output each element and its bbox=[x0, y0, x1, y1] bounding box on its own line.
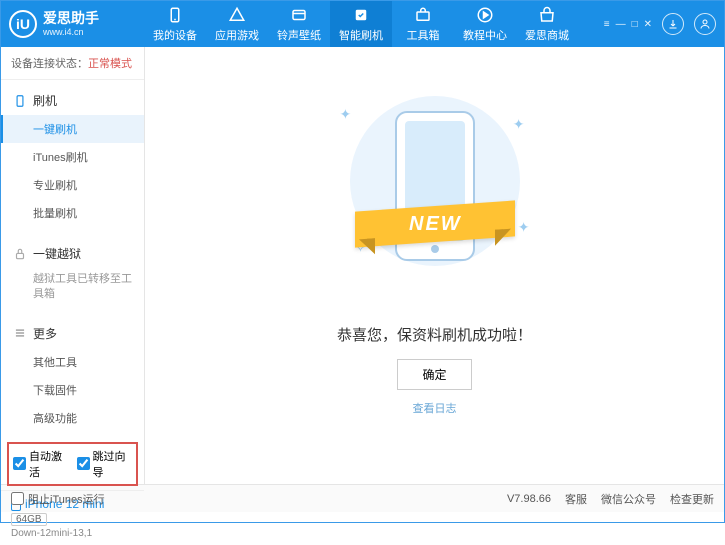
nav-smart-flash[interactable]: 智能刷机 bbox=[330, 1, 392, 47]
device-icon bbox=[166, 6, 184, 24]
sidebar-item-download-firmware[interactable]: 下载固件 bbox=[1, 376, 144, 404]
flash-icon bbox=[352, 6, 370, 24]
user-button[interactable] bbox=[694, 13, 716, 35]
nav-store[interactable]: 爱思商城 bbox=[516, 1, 578, 47]
sidebar-item-itunes-flash[interactable]: iTunes刷机 bbox=[1, 143, 144, 171]
device-storage-badge: 64GB bbox=[11, 513, 47, 526]
app-logo-icon: iU bbox=[9, 10, 37, 38]
lock-icon bbox=[13, 247, 27, 261]
logo-area: iU 爱思助手 www.i4.cn bbox=[9, 10, 144, 38]
window-controls: ≡ — □ ✕ bbox=[604, 19, 652, 30]
connection-status: 设备连接状态：正常模式 bbox=[1, 47, 144, 80]
close-icon[interactable]: ✕ bbox=[644, 19, 652, 30]
app-url: www.i4.cn bbox=[43, 27, 99, 38]
nav-ringtones[interactable]: 铃声壁纸 bbox=[268, 1, 330, 47]
customer-service-link[interactable]: 客服 bbox=[565, 491, 587, 507]
nav-toolbox[interactable]: 工具箱 bbox=[392, 1, 454, 47]
sidebar-jailbreak-note: 越狱工具已转移至工具箱 bbox=[1, 268, 144, 307]
media-icon bbox=[290, 6, 308, 24]
nav-tutorials[interactable]: 教程中心 bbox=[454, 1, 516, 47]
device-model: Down-12mini-13,1 bbox=[11, 528, 134, 539]
nav-apps-games[interactable]: 应用游戏 bbox=[206, 1, 268, 47]
success-illustration: ✦✦✧✦ NEW bbox=[365, 96, 505, 296]
checkbox-highlight-box: 自动激活 跳过向导 bbox=[7, 442, 138, 486]
list-icon bbox=[13, 326, 27, 340]
menu-icon[interactable]: ≡ bbox=[604, 19, 610, 30]
sidebar-item-advanced[interactable]: 高级功能 bbox=[1, 404, 144, 432]
sidebar-item-other-tools[interactable]: 其他工具 bbox=[1, 348, 144, 376]
version-label: V7.98.66 bbox=[507, 493, 551, 505]
checkbox-block-itunes[interactable]: 阻止iTunes运行 bbox=[11, 491, 105, 507]
checkbox-auto-activate[interactable]: 自动激活 bbox=[13, 448, 69, 480]
sidebar-header-flash[interactable]: 刷机 bbox=[1, 86, 144, 115]
apps-icon bbox=[228, 6, 246, 24]
download-icon bbox=[667, 18, 679, 30]
maximize-icon[interactable]: □ bbox=[632, 19, 638, 30]
app-name: 爱思助手 bbox=[43, 10, 99, 27]
tutorial-icon bbox=[476, 6, 494, 24]
phone-icon bbox=[13, 94, 27, 108]
sidebar-item-batch-flash[interactable]: 批量刷机 bbox=[1, 199, 144, 227]
ok-button[interactable]: 确定 bbox=[397, 359, 471, 390]
minimize-icon[interactable]: — bbox=[616, 19, 626, 30]
checkbox-skip-setup[interactable]: 跳过向导 bbox=[77, 448, 133, 480]
store-icon bbox=[538, 6, 556, 24]
sidebar-item-oneclick-flash[interactable]: 一键刷机 bbox=[1, 115, 144, 143]
success-message: 恭喜您，保资料刷机成功啦！ bbox=[337, 324, 532, 345]
titlebar-right: ≡ — □ ✕ bbox=[604, 13, 716, 35]
sidebar-header-more[interactable]: 更多 bbox=[1, 319, 144, 348]
top-nav: 我的设备 应用游戏 铃声壁纸 智能刷机 工具箱 教程中心 爱思商城 bbox=[144, 1, 604, 47]
check-update-link[interactable]: 检查更新 bbox=[670, 491, 714, 507]
sidebar-header-jailbreak[interactable]: 一键越狱 bbox=[1, 239, 144, 268]
toolbox-icon bbox=[414, 6, 432, 24]
sidebar: 设备连接状态：正常模式 刷机 一键刷机 iTunes刷机 专业刷机 批量刷机 一… bbox=[1, 47, 145, 484]
download-button[interactable] bbox=[662, 13, 684, 35]
wechat-link[interactable]: 微信公众号 bbox=[601, 491, 656, 507]
title-bar: iU 爱思助手 www.i4.cn 我的设备 应用游戏 铃声壁纸 智能刷机 工具… bbox=[1, 1, 724, 47]
view-log-link[interactable]: 查看日志 bbox=[413, 400, 457, 416]
nav-my-device[interactable]: 我的设备 bbox=[144, 1, 206, 47]
sidebar-item-pro-flash[interactable]: 专业刷机 bbox=[1, 171, 144, 199]
user-icon bbox=[699, 18, 711, 30]
main-content: ✦✦✧✦ NEW 恭喜您，保资料刷机成功啦！ 确定 查看日志 bbox=[145, 47, 724, 484]
